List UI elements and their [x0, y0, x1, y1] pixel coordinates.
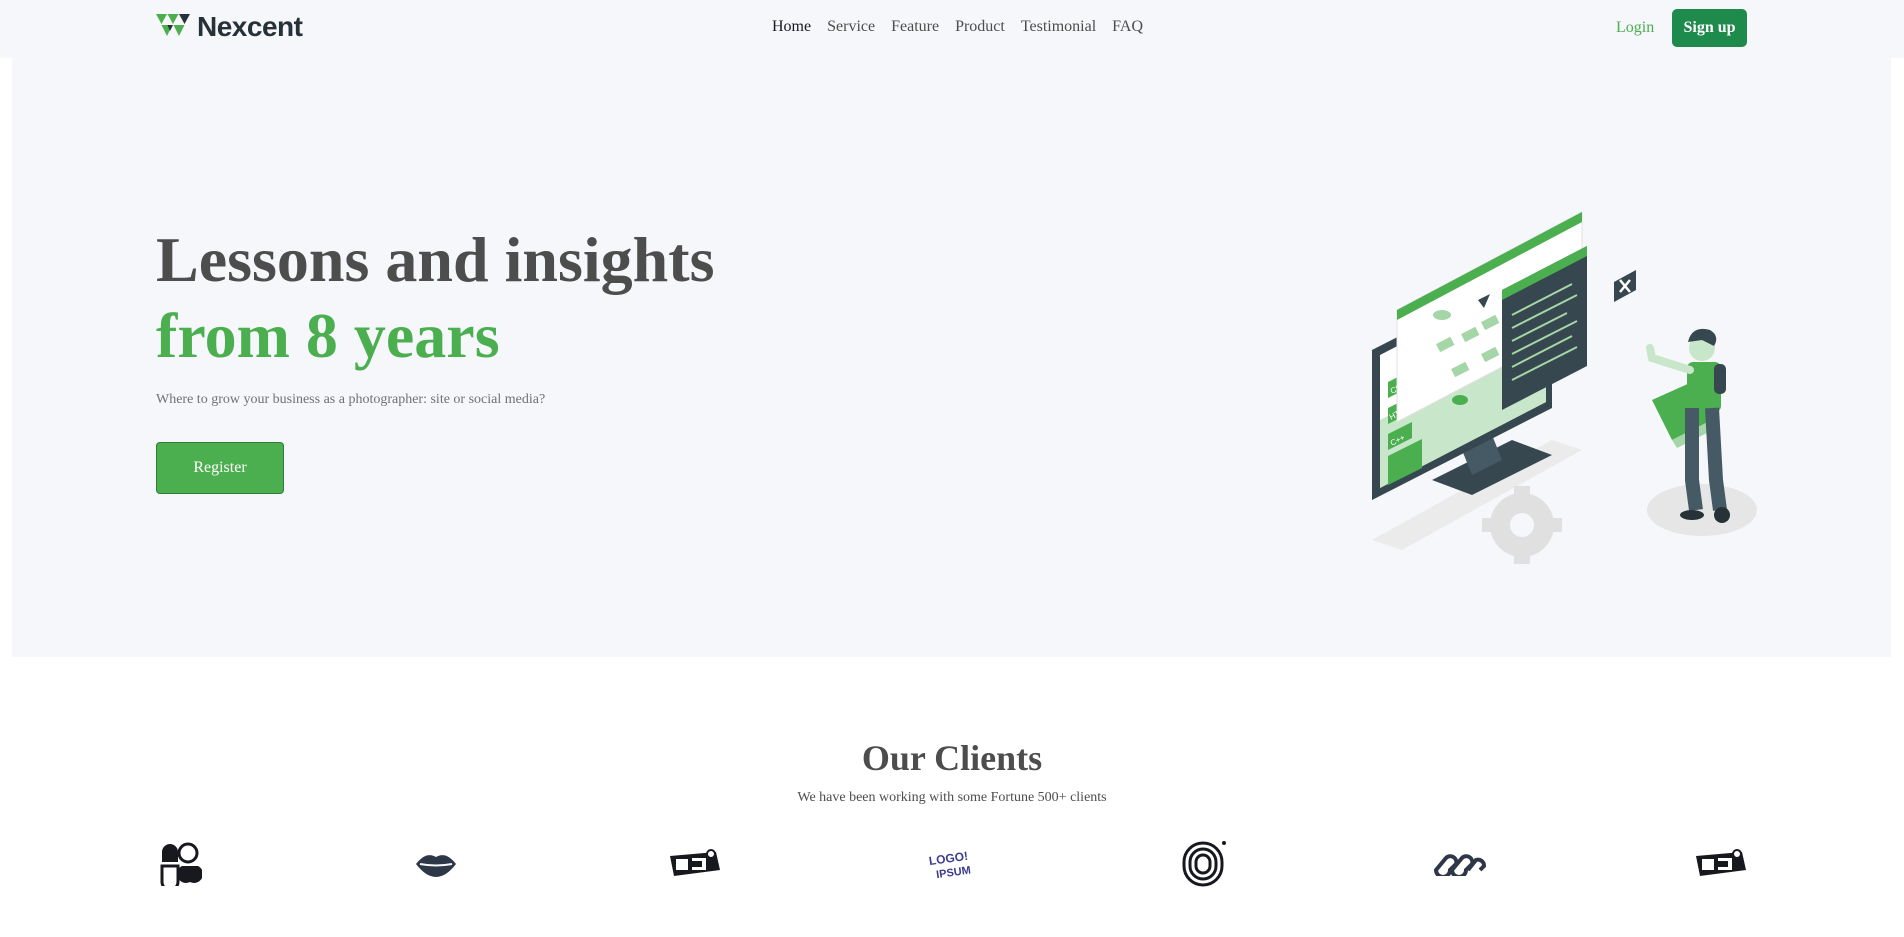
hero-subtitle: Where to grow your business as a photogr…: [156, 392, 546, 407]
clients-title: Our Clients: [861, 738, 1043, 778]
nav-feature[interactable]: Feature: [891, 17, 939, 37]
main-nav: Home Service Feature Product Testimonial…: [772, 17, 1143, 37]
signup-button[interactable]: Sign up: [1672, 9, 1747, 47]
hero-section: Lessons and insights from 8 years Where …: [12, 58, 1891, 657]
nav-service[interactable]: Service: [827, 17, 875, 37]
hero-title: Lessons and insights from 8 years: [156, 222, 714, 374]
register-button[interactable]: Register: [156, 442, 284, 494]
oo-badge-logo-icon: [1696, 849, 1746, 876]
fingerprint-logo-icon: [1182, 841, 1226, 887]
svg-text:IPSUM: IPSUM: [935, 864, 971, 881]
client-logo-7: [1692, 840, 1748, 888]
close-badge-icon: [1614, 270, 1636, 302]
triangle-logo-icon: [156, 14, 190, 36]
nav-faq[interactable]: FAQ: [1112, 17, 1143, 37]
oo-badge-logo-icon: [670, 849, 720, 876]
hero-title-line1: Lessons and insights: [156, 224, 715, 295]
logo-ipsum-logo-icon: LOGO! IPSUM: [928, 849, 972, 881]
client-logo-2: [412, 840, 460, 888]
brand-name: Nexcent: [197, 11, 303, 42]
shapes-logo-icon: [160, 842, 202, 886]
nav-testimonial[interactable]: Testimonial: [1021, 17, 1096, 37]
client-logo-4: LOGO! IPSUM: [924, 840, 980, 888]
nav-product[interactable]: Product: [955, 17, 1005, 37]
login-link[interactable]: Login: [1616, 18, 1654, 38]
client-logo-6: [1430, 840, 1488, 888]
chain-logo-icon: [1433, 854, 1486, 876]
client-logo-5: [1180, 840, 1228, 888]
nav-home[interactable]: Home: [772, 17, 811, 37]
clients-subtitle: We have been working with some Fortune 5…: [797, 790, 1107, 805]
client-logo-1: [156, 840, 204, 888]
lips-logo-icon: [416, 855, 456, 877]
developer-with-monitor-illustration: CSS HTML C++: [1372, 211, 1757, 564]
client-logo-3: [666, 840, 722, 888]
navbar: Nexcent Home Service Feature Product Tes…: [0, 0, 1904, 58]
brand-logo[interactable]: Nexcent: [156, 11, 303, 42]
hero-title-line2: from 8 years: [156, 300, 500, 371]
